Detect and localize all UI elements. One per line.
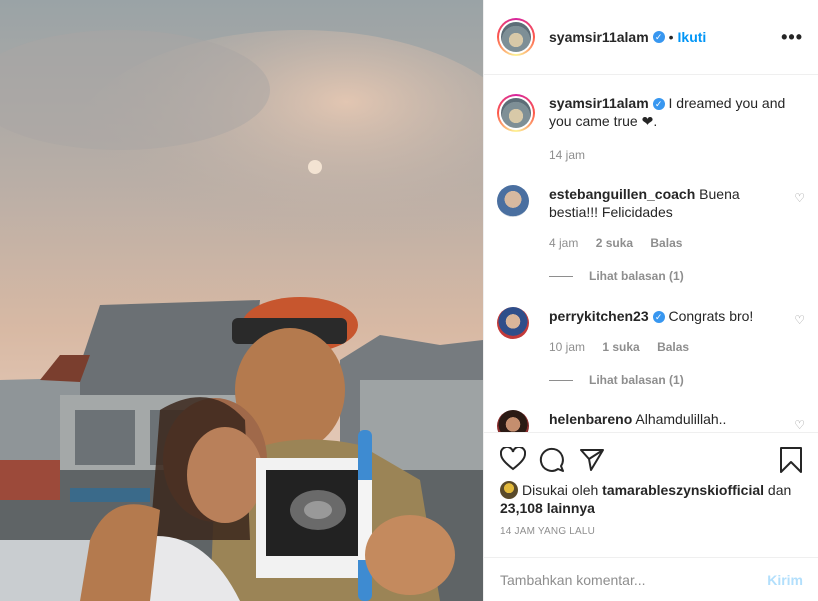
heart-icon[interactable] xyxy=(499,445,527,474)
view-replies-button[interactable]: Lihat balasan (1) xyxy=(549,373,684,387)
comments-list[interactable]: syamsir11alam ✓ I dreamed you and you cam… xyxy=(484,76,818,432)
commenter-avatar[interactable] xyxy=(497,410,529,432)
likes-conj: dan xyxy=(767,482,792,498)
comment-item: perrykitchen23 ✓ Congrats bro! ♡ 10 jam 1… xyxy=(497,307,805,417)
post-photo[interactable] xyxy=(0,0,483,601)
commenter-avatar[interactable] xyxy=(497,185,529,217)
replies-divider xyxy=(549,275,573,277)
commenter-avatar[interactable] xyxy=(497,307,529,339)
view-replies-label: Lihat balasan (1) xyxy=(589,373,684,387)
liker-username[interactable]: tamarableszynskiofficial xyxy=(602,482,764,498)
comment-like-heart-icon[interactable]: ♡ xyxy=(794,313,805,327)
post-timestamp[interactable]: 14 JAM YANG LALU xyxy=(500,526,595,537)
comment-like-heart-icon[interactable]: ♡ xyxy=(794,418,805,432)
caption: syamsir11alam ✓ I dreamed you and you cam… xyxy=(497,94,797,174)
comment-like-heart-icon[interactable]: ♡ xyxy=(794,191,805,205)
comment-meta: 10 jam 1 suka Balas xyxy=(549,340,703,354)
caption-meta: 14 jam xyxy=(549,148,599,162)
replies-divider xyxy=(549,379,573,381)
caption-text: syamsir11alam ✓ I dreamed you and you cam… xyxy=(549,94,787,130)
post-header: syamsir11alam ✓ • Ikuti ••• xyxy=(484,0,818,75)
comment-time[interactable]: 4 jam xyxy=(549,236,578,250)
share-icon[interactable] xyxy=(580,447,604,474)
caption-time[interactable]: 14 jam xyxy=(549,148,585,162)
follow-button[interactable]: Ikuti xyxy=(678,29,707,45)
comment-text: perrykitchen23 ✓ Congrats bro! xyxy=(549,307,787,325)
comment-item: helenbareno Alhamdulillah.. ♡ xyxy=(497,410,805,432)
comment-input[interactable] xyxy=(500,572,768,588)
comment-username[interactable]: helenbareno xyxy=(549,411,632,427)
view-replies-button[interactable]: Lihat balasan (1) xyxy=(549,269,684,283)
post-actions: Disukai oleh tamarableszynskiofficial da… xyxy=(484,432,818,601)
comment-likes[interactable]: 1 suka xyxy=(602,340,639,354)
comment-username[interactable]: perrykitchen23 xyxy=(549,308,649,324)
author-avatar[interactable] xyxy=(497,18,535,56)
comment-text: estebanguillen_coach Buena bestia!!! Fel… xyxy=(549,185,787,221)
comment-meta: 4 jam 2 suka Balas xyxy=(549,236,696,250)
liker-avatar[interactable] xyxy=(500,481,518,499)
caption-avatar[interactable] xyxy=(497,94,535,132)
comment-text: helenbareno Alhamdulillah.. xyxy=(549,410,787,428)
caption-username[interactable]: syamsir11alam xyxy=(549,95,649,111)
comment-username[interactable]: estebanguillen_coach xyxy=(549,186,695,202)
post-image-illustration xyxy=(0,0,483,601)
post-comment-button[interactable]: Kirim xyxy=(767,572,803,588)
likes-summary: Disukai oleh tamarableszynskiofficial da… xyxy=(500,481,800,517)
verified-badge-icon: ✓ xyxy=(652,31,665,43)
comment-likes[interactable]: 2 suka xyxy=(596,236,633,250)
author-username[interactable]: syamsir11alam xyxy=(549,29,649,45)
add-comment-bar: Kirim xyxy=(484,557,818,601)
comment-time[interactable]: 10 jam xyxy=(549,340,585,354)
more-options-icon[interactable]: ••• xyxy=(781,28,803,46)
verified-badge-icon: ✓ xyxy=(652,311,665,323)
post-panel: syamsir11alam ✓ • Ikuti ••• syamsir11ala… xyxy=(483,0,818,601)
likes-count[interactable]: 23,108 lainnya xyxy=(500,500,595,516)
comment-body: Congrats bro! xyxy=(668,308,754,324)
comment-body: Alhamdulillah.. xyxy=(635,411,727,427)
bookmark-icon[interactable] xyxy=(780,447,802,476)
view-replies-label: Lihat balasan (1) xyxy=(589,269,684,283)
comment-item: estebanguillen_coach Buena bestia!!! Fel… xyxy=(497,185,805,295)
reply-button[interactable]: Balas xyxy=(657,340,689,354)
header-separator: • xyxy=(668,29,674,45)
verified-badge-icon: ✓ xyxy=(652,98,665,110)
likes-prefix: Disukai oleh xyxy=(522,482,599,498)
comment-icon[interactable] xyxy=(539,447,565,476)
reply-button[interactable]: Balas xyxy=(650,236,682,250)
